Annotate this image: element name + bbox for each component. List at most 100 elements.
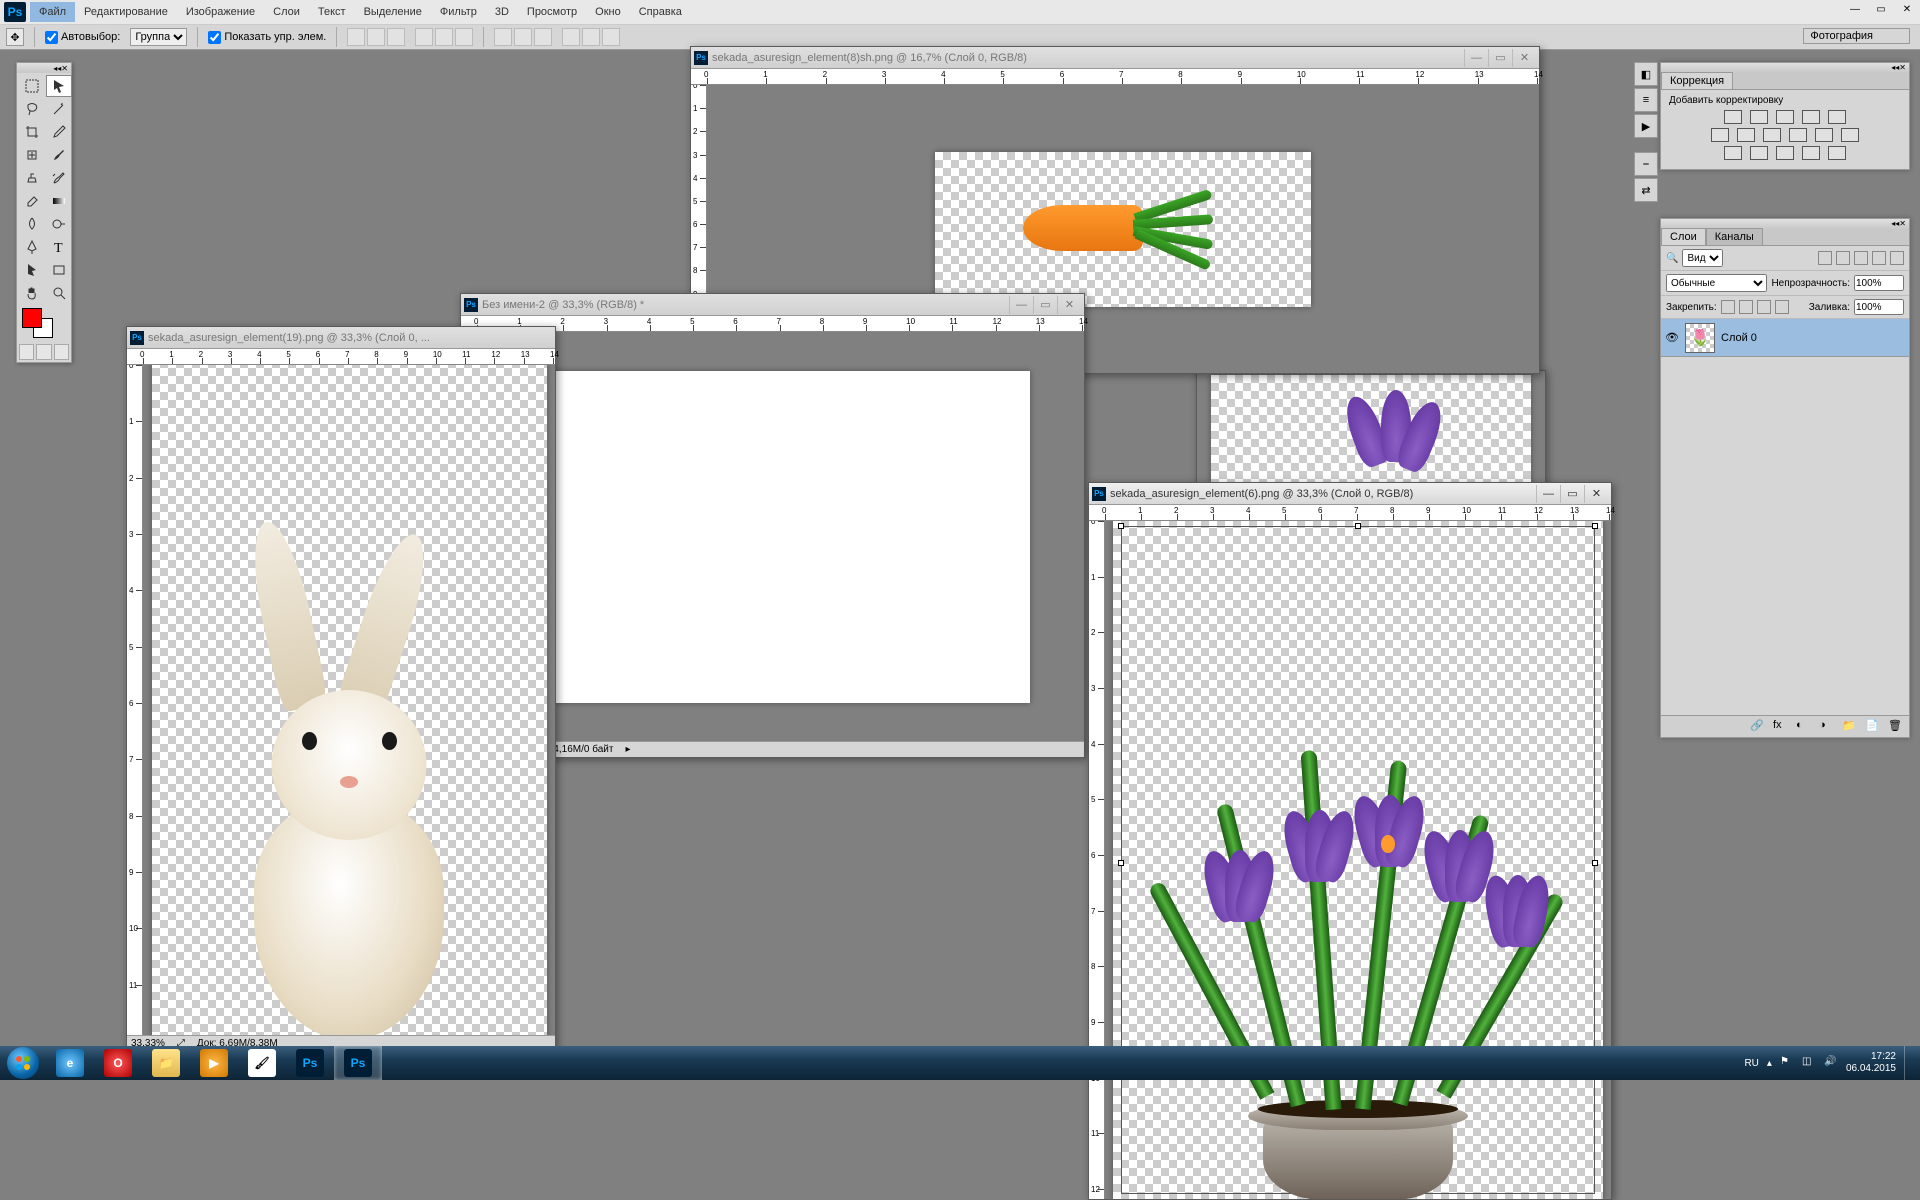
gradientmap-icon[interactable] bbox=[1802, 146, 1820, 160]
info-arrow-icon[interactable]: ▸ bbox=[625, 744, 630, 755]
channels-tab[interactable]: Каналы bbox=[1706, 228, 1763, 245]
hue-icon[interactable] bbox=[1711, 128, 1729, 142]
taskbar-item-photoshop-active[interactable]: Ps bbox=[334, 1046, 382, 1080]
new-group-icon[interactable]: 📁 bbox=[1842, 719, 1857, 734]
menu-file[interactable]: Файл bbox=[30, 2, 75, 22]
canvas[interactable] bbox=[152, 365, 547, 1035]
collapsed-panel-5[interactable]: ⇄ bbox=[1634, 178, 1658, 202]
new-fill-layer-icon[interactable]: ◑ bbox=[1819, 719, 1834, 734]
screen-mode-button[interactable] bbox=[54, 344, 69, 360]
taskbar-item-wmp[interactable]: ▶ bbox=[190, 1046, 238, 1080]
align-top-button[interactable] bbox=[347, 28, 365, 46]
workspace-switcher[interactable]: Фотография bbox=[1803, 28, 1910, 44]
colorbalance-icon[interactable] bbox=[1737, 128, 1755, 142]
panel-close-icon[interactable]: ✕ bbox=[1899, 219, 1906, 229]
layer-item[interactable]: 👁 🌷 Слой 0 bbox=[1661, 319, 1909, 357]
layer-filter-select[interactable]: Вид bbox=[1682, 249, 1723, 267]
volume-icon[interactable]: 🔊 bbox=[1824, 1056, 1838, 1070]
panel-close-icon[interactable]: ✕ bbox=[1899, 63, 1906, 73]
distribute-h3-button[interactable] bbox=[602, 28, 620, 46]
rectangle-tool[interactable] bbox=[46, 259, 72, 281]
document-window-crocus[interactable]: Pssekada_asuresign_element(6).png @ 33,3… bbox=[1088, 482, 1612, 1200]
layer-name[interactable]: Слой 0 bbox=[1721, 332, 1757, 344]
align-bottom-button[interactable] bbox=[387, 28, 405, 46]
horizontal-ruler[interactable]: 01234567891011121314 bbox=[127, 349, 555, 365]
taskbar-item-paint[interactable]: 🖌 bbox=[238, 1046, 286, 1080]
colorlookup-icon[interactable] bbox=[1841, 128, 1859, 142]
blend-mode-select[interactable]: Обычные bbox=[1666, 274, 1767, 292]
tools-collapse-icon[interactable]: ◂◂ bbox=[53, 64, 61, 73]
distribute-v2-button[interactable] bbox=[514, 28, 532, 46]
taskbar-item-ie[interactable]: e bbox=[46, 1046, 94, 1080]
vibrance-icon[interactable] bbox=[1828, 110, 1846, 124]
invert-icon[interactable] bbox=[1724, 146, 1742, 160]
menu-image[interactable]: Изображение bbox=[177, 2, 264, 22]
align-hcenter-button[interactable] bbox=[435, 28, 453, 46]
doc-minimize-button[interactable]: — bbox=[1536, 485, 1560, 503]
zoom-tool[interactable] bbox=[46, 282, 72, 304]
taskbar-item-photoshop[interactable]: Ps bbox=[286, 1046, 334, 1080]
panel-collapse-icon[interactable]: ◂◂ bbox=[1891, 219, 1899, 229]
eraser-tool[interactable] bbox=[19, 190, 45, 212]
input-language[interactable]: RU bbox=[1744, 1058, 1758, 1069]
canvas[interactable] bbox=[935, 152, 1311, 307]
marquee-tool[interactable] bbox=[19, 75, 45, 97]
color-swatches[interactable] bbox=[17, 306, 71, 342]
distribute-v3-button[interactable] bbox=[534, 28, 552, 46]
filter-smart-icon[interactable] bbox=[1890, 251, 1904, 265]
align-left-button[interactable] bbox=[415, 28, 433, 46]
layer-thumbnail[interactable]: 🌷 bbox=[1685, 323, 1715, 353]
collapsed-panel-2[interactable]: ≡ bbox=[1634, 88, 1658, 112]
dodge-tool[interactable] bbox=[46, 213, 72, 235]
visibility-icon[interactable]: 👁 bbox=[1665, 331, 1679, 345]
document-window-rabbit[interactable]: Pssekada_asuresign_element(19).png @ 33,… bbox=[126, 326, 556, 1052]
menu-help[interactable]: Справка bbox=[630, 2, 691, 22]
brightness-icon[interactable] bbox=[1724, 110, 1742, 124]
channelmixer-icon[interactable] bbox=[1815, 128, 1833, 142]
lock-pixels-icon[interactable] bbox=[1739, 300, 1753, 314]
menu-text[interactable]: Текст bbox=[309, 2, 355, 22]
menu-window[interactable]: Окно bbox=[586, 2, 630, 22]
levels-icon[interactable] bbox=[1750, 110, 1768, 124]
gradient-tool[interactable] bbox=[46, 190, 72, 212]
delete-layer-icon[interactable]: 🗑 bbox=[1888, 719, 1903, 734]
autoselect-checkbox[interactable]: Автовыбор: bbox=[45, 31, 120, 44]
align-right-button[interactable] bbox=[455, 28, 473, 46]
show-transform-controls-checkbox[interactable]: Показать упр. элем. bbox=[208, 31, 326, 44]
move-tool[interactable] bbox=[46, 75, 72, 97]
filter-pixel-icon[interactable] bbox=[1818, 251, 1832, 265]
curves-icon[interactable] bbox=[1776, 110, 1794, 124]
quickmask-mode-button[interactable] bbox=[36, 344, 51, 360]
doc-close-button[interactable]: ✕ bbox=[1512, 49, 1536, 67]
doc-close-button[interactable]: ✕ bbox=[1057, 296, 1081, 314]
filter-type-icon[interactable] bbox=[1854, 251, 1868, 265]
threshold-icon[interactable] bbox=[1776, 146, 1794, 160]
hand-tool[interactable] bbox=[19, 282, 45, 304]
distribute-h-button[interactable] bbox=[562, 28, 580, 46]
crop-tool[interactable] bbox=[19, 121, 45, 143]
exposure-icon[interactable] bbox=[1802, 110, 1820, 124]
horizontal-ruler[interactable]: 01234567891011121314 bbox=[1089, 505, 1611, 521]
foreground-color-swatch[interactable] bbox=[22, 308, 42, 328]
start-button[interactable] bbox=[0, 1046, 46, 1080]
autoselect-target-select[interactable]: Группа bbox=[130, 28, 187, 46]
lock-all-icon[interactable] bbox=[1775, 300, 1789, 314]
collapsed-panel-1[interactable]: ◧ bbox=[1634, 62, 1658, 86]
photofilter-icon[interactable] bbox=[1789, 128, 1807, 142]
layer-fx-icon[interactable]: fx bbox=[1773, 719, 1788, 734]
menu-edit[interactable]: Редактирование bbox=[75, 2, 177, 22]
close-button[interactable]: ✕ bbox=[1894, 0, 1920, 19]
clock[interactable]: 17:2206.04.2015 bbox=[1846, 1051, 1896, 1075]
vertical-ruler[interactable]: 0123456789101112 bbox=[127, 365, 143, 1035]
opacity-input[interactable] bbox=[1854, 275, 1904, 291]
distribute-h2-button[interactable] bbox=[582, 28, 600, 46]
layer-mask-icon[interactable]: ◐ bbox=[1796, 719, 1811, 734]
doc-maximize-button[interactable]: ▭ bbox=[1033, 296, 1057, 314]
doc-maximize-button[interactable]: ▭ bbox=[1488, 49, 1512, 67]
path-selection-tool[interactable] bbox=[19, 259, 45, 281]
distribute-v-button[interactable] bbox=[494, 28, 512, 46]
horizontal-ruler[interactable]: 01234567891011121314 bbox=[691, 69, 1539, 85]
doc-close-button[interactable]: ✕ bbox=[1584, 485, 1608, 503]
menu-layers[interactable]: Слои bbox=[264, 2, 309, 22]
link-layers-icon[interactable]: 🔗 bbox=[1750, 719, 1765, 734]
